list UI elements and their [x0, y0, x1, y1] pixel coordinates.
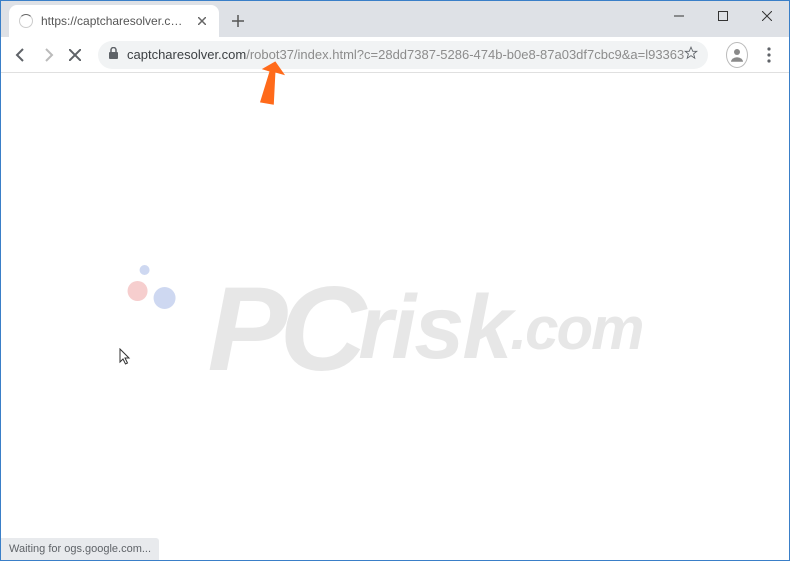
maximize-button[interactable]: [701, 1, 745, 31]
page-content: PCrisk.com: [1, 73, 789, 538]
status-text: Waiting for ogs.google.com...: [9, 543, 151, 555]
watermark-logo: PCrisk.com: [148, 260, 643, 398]
new-tab-button[interactable]: [225, 8, 251, 34]
loading-spinner-icon: [19, 14, 33, 28]
cursor-icon: [119, 348, 133, 371]
profile-avatar-button[interactable]: [726, 42, 748, 68]
browser-tab[interactable]: https://captcharesolver.com/robo: [9, 5, 219, 37]
menu-button[interactable]: [758, 41, 781, 69]
lock-icon: [108, 47, 119, 63]
tab-title: https://captcharesolver.com/robo: [41, 14, 189, 28]
toolbar: captcharesolver.com/robot37/index.html?c…: [1, 37, 789, 73]
forward-button[interactable]: [36, 41, 59, 69]
address-bar[interactable]: captcharesolver.com/robot37/index.html?c…: [98, 41, 708, 69]
status-bar: Waiting for ogs.google.com...: [1, 538, 159, 560]
back-button[interactable]: [9, 41, 32, 69]
bookmark-star-icon[interactable]: [684, 46, 698, 63]
close-tab-button[interactable]: [195, 14, 209, 28]
minimize-button[interactable]: [657, 1, 701, 31]
stop-reload-button[interactable]: [63, 41, 86, 69]
url-text: captcharesolver.com/robot37/index.html?c…: [127, 47, 684, 62]
tab-bar: https://captcharesolver.com/robo: [1, 1, 789, 37]
close-window-button[interactable]: [745, 1, 789, 31]
